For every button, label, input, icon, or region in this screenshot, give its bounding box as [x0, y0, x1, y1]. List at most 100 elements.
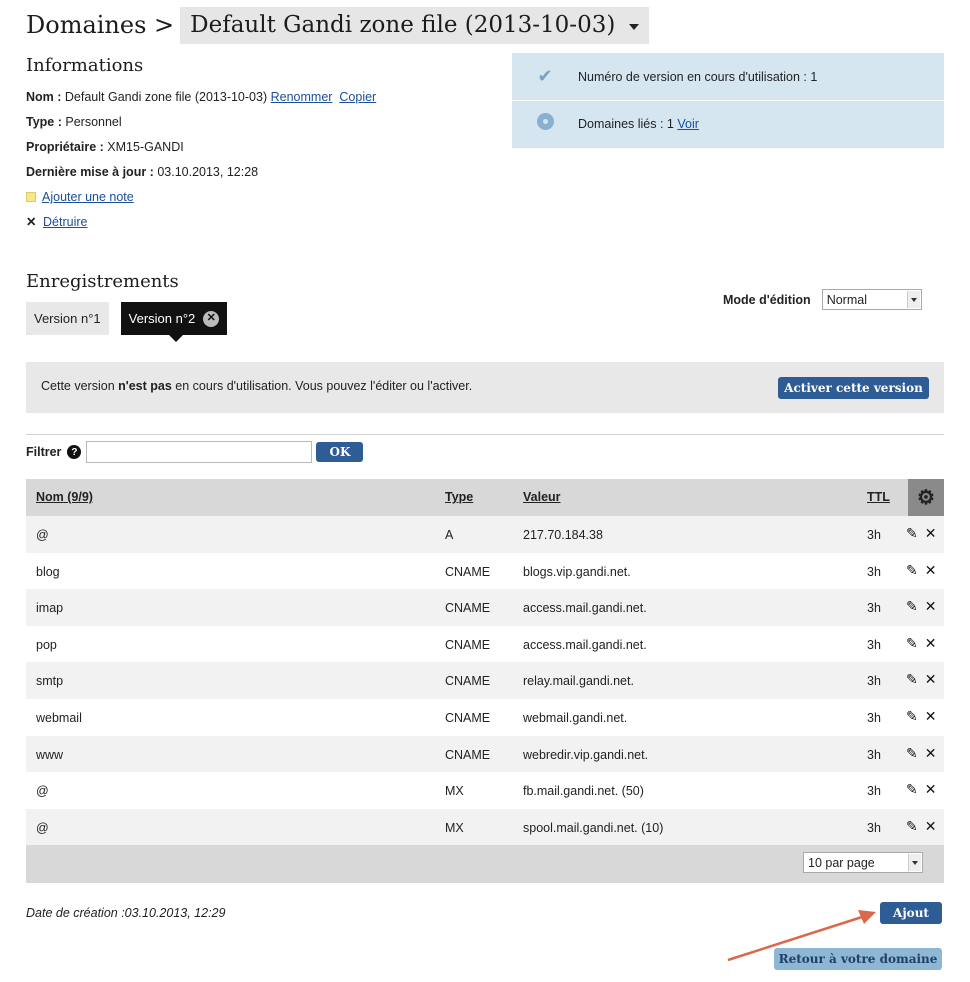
record-type: CNAME	[445, 601, 491, 616]
filter-input[interactable]	[86, 441, 313, 463]
close-icon[interactable]: ✕	[925, 525, 937, 542]
pencil-icon[interactable]: ✎	[906, 818, 918, 835]
checkmark-icon: ✔	[537, 66, 553, 86]
updated-value: 03.10.2013, 12:28	[157, 165, 259, 179]
updated-label: Dernière mise à jour :	[26, 165, 154, 179]
status-linked-text: Domaines liés : 1	[578, 117, 674, 131]
info-owner: Propriétaire : XM15-GANDI	[26, 138, 376, 163]
name-value: Default Gandi zone file (2013-10-03)	[64, 90, 268, 104]
per-page-value: 10 par page	[808, 855, 875, 870]
col-name-header[interactable]: Nom (9/9)	[36, 490, 93, 504]
record-value: webmail.gandi.net.	[523, 710, 628, 725]
pencil-icon[interactable]: ✎	[906, 671, 918, 688]
pencil-icon[interactable]: ✎	[906, 781, 918, 798]
record-type: MX	[445, 784, 464, 799]
pencil-icon[interactable]: ✎	[906, 525, 918, 542]
record-ttl: 3h	[867, 674, 881, 689]
informations-panel: Nom : Default Gandi zone file (2013-10-0…	[26, 88, 376, 238]
version-notice: Cette version n'est pas en cours d'utili…	[26, 362, 944, 413]
gear-icon[interactable]: ⚙	[908, 479, 944, 516]
record-name: @	[36, 820, 49, 835]
chevron-down-icon	[908, 854, 921, 872]
row-actions: ✎ ✕	[906, 671, 936, 688]
info-name: Nom : Default Gandi zone file (2013-10-0…	[26, 88, 376, 113]
record-name: www	[36, 747, 64, 762]
col-type-header[interactable]: Type	[445, 490, 473, 504]
tab-version-1[interactable]: Version n°1	[26, 302, 109, 335]
record-type: MX	[445, 820, 464, 835]
table-row: webmail CNAME webmail.gandi.net. 3h ✎ ✕	[26, 698, 944, 736]
info-updated: Dernière mise à jour : 03.10.2013, 12:28	[26, 163, 376, 188]
records-heading: Enregistrements	[26, 271, 179, 292]
page-header: Domaines > Default Gandi zone file (2013…	[26, 6, 650, 44]
filter-ok-button[interactable]: OK	[316, 442, 364, 462]
record-ttl: 3h	[867, 710, 881, 725]
filter-bar: Filtrer ? OK	[26, 441, 364, 463]
table-row: imap CNAME access.mail.gandi.net. 3h ✎ ✕	[26, 589, 944, 626]
tab-version-2-label: Version n°2	[128, 311, 196, 326]
close-icon[interactable]: ✕	[925, 635, 937, 652]
destroy-link[interactable]: Détruire	[43, 215, 87, 229]
record-value: webredir.vip.gandi.net.	[523, 747, 649, 762]
close-icon[interactable]: ✕	[203, 310, 220, 327]
row-actions: ✎ ✕	[906, 525, 936, 542]
rename-link[interactable]: Renommer	[271, 90, 333, 104]
col-value-header[interactable]: Valeur	[523, 490, 561, 504]
record-name: pop	[36, 637, 57, 652]
close-icon[interactable]: ✕	[925, 708, 937, 725]
tab-version-1-label: Version n°1	[34, 311, 101, 326]
tab-version-2[interactable]: Version n°2 ✕	[120, 302, 228, 342]
record-value: fb.mail.gandi.net. (50)	[523, 784, 644, 799]
filter-label: Filtrer	[26, 445, 62, 459]
zone-title: Default Gandi zone file (2013-10-03)	[190, 12, 616, 38]
record-type: CNAME	[445, 747, 491, 762]
add-note-link[interactable]: Ajouter une note	[42, 190, 134, 204]
close-icon[interactable]: ✕	[925, 671, 937, 688]
copy-link[interactable]: Copier	[339, 90, 376, 104]
record-ttl: 3h	[867, 784, 881, 799]
chevron-down-icon[interactable]	[629, 24, 640, 30]
record-type: CNAME	[445, 710, 491, 725]
activate-version-button[interactable]: Activer cette version	[778, 377, 929, 399]
close-icon[interactable]: ✕	[925, 781, 937, 798]
record-value: blogs.vip.gandi.net.	[523, 564, 631, 579]
breadcrumb-domaines[interactable]: Domaines >	[26, 11, 174, 39]
pencil-icon[interactable]: ✎	[906, 745, 918, 762]
close-icon[interactable]: ✕	[925, 598, 937, 615]
table-row: @ MX spool.mail.gandi.net. (10) 3h ✎ ✕	[26, 808, 944, 846]
table-row: @ A 217.70.184.38 3h ✎ ✕	[26, 516, 944, 553]
pencil-icon[interactable]: ✎	[906, 635, 918, 652]
record-name: imap	[36, 601, 64, 616]
edit-mode-value: Normal	[826, 292, 867, 307]
chevron-down-icon	[906, 291, 920, 308]
record-ttl: 3h	[867, 564, 881, 579]
record-type: CNAME	[445, 637, 491, 652]
pencil-icon[interactable]: ✎	[906, 562, 918, 579]
col-ttl-header[interactable]: TTL	[867, 490, 890, 504]
close-icon[interactable]: ✕	[925, 745, 937, 762]
record-ttl: 3h	[867, 747, 881, 762]
records-table: Nom (9/9) Type Valeur TTL ⚙ @ A 217.70.184…	[26, 479, 944, 884]
pencil-icon[interactable]: ✎	[906, 708, 918, 725]
row-actions: ✎ ✕	[906, 708, 936, 725]
close-icon[interactable]: ✕	[925, 818, 937, 835]
record-value: spool.mail.gandi.net. (10)	[523, 820, 664, 835]
record-name: @	[36, 528, 49, 542]
zone-selector[interactable]: Default Gandi zone file (2013-10-03)	[180, 6, 650, 44]
close-icon[interactable]: ✕	[925, 562, 937, 579]
edit-mode: Mode d'édition Normal	[723, 289, 922, 310]
record-name: @	[36, 784, 49, 799]
type-label: Type :	[26, 115, 62, 129]
per-page-select[interactable]: 10 par page	[803, 852, 923, 874]
return-to-domain-button[interactable]: Retour à votre domaine	[774, 948, 942, 970]
version-status-panel: ✔ Numéro de version en cours d'utilisati…	[512, 53, 944, 148]
record-ttl: 3h	[867, 637, 881, 652]
table-body: @ A 217.70.184.38 3h ✎ ✕ blog CNAME blogs.vip.ga…	[26, 516, 944, 846]
pencil-icon[interactable]: ✎	[906, 598, 918, 615]
row-actions: ✎ ✕	[906, 598, 936, 615]
notice-text: Cette version n'est pas en cours d'utili…	[41, 379, 473, 393]
edit-mode-select[interactable]: Normal	[821, 289, 922, 310]
add-record-button[interactable]: Ajout	[880, 902, 942, 924]
view-linked-link[interactable]: Voir	[677, 117, 699, 131]
help-icon[interactable]: ?	[67, 445, 82, 459]
